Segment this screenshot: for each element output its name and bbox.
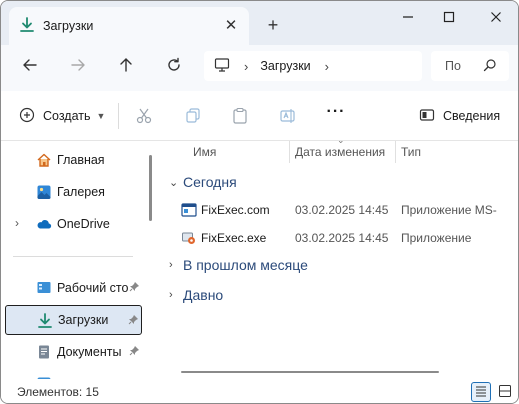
close-window-button[interactable]: [484, 7, 508, 29]
sidebar-item-downloads[interactable]: Загрузки: [5, 305, 142, 335]
search-icon: [483, 58, 497, 75]
sidebar-scrollbar[interactable]: [149, 155, 152, 221]
search-input[interactable]: По: [431, 51, 509, 81]
group-header-long-ago[interactable]: › Давно: [169, 284, 223, 306]
status-bar: Элементов: 15: [1, 379, 518, 403]
rename-icon[interactable]: [277, 105, 299, 127]
chevron-down-icon: ⌄: [169, 176, 179, 189]
sidebar-divider: [13, 256, 133, 257]
address-bar[interactable]: › Загрузки ›: [204, 51, 422, 81]
table-row[interactable]: FixExec.com 03.02.2025 14:45 Приложение …: [159, 198, 518, 222]
sidebar-item-partial[interactable]: [5, 369, 142, 379]
document-icon: [36, 344, 52, 360]
breadcrumb-downloads[interactable]: Загрузки: [260, 59, 310, 73]
pin-icon[interactable]: [129, 281, 140, 295]
group-header-last-month[interactable]: › В прошлом месяце: [169, 254, 308, 276]
sidebar-item-label: Документы: [57, 345, 122, 359]
item-count: Элементов: 15: [17, 385, 99, 399]
computer-icon: [214, 57, 230, 76]
group-label: В прошлом месяце: [183, 257, 308, 273]
list-view-icon: [474, 384, 488, 401]
column-separator[interactable]: [395, 141, 396, 163]
group-header-today[interactable]: ⌄ Сегодня: [169, 171, 237, 193]
navigation-pane: Главная Галерея › OneDrive Рабочий сто З…: [1, 141, 159, 379]
sidebar-item-label: OneDrive: [57, 217, 110, 231]
column-header-type[interactable]: Тип: [401, 141, 421, 163]
sidebar-item-gallery[interactable]: Галерея: [5, 177, 142, 207]
ms-dos-app-icon: [181, 202, 197, 218]
close-tab-icon[interactable]: ✕: [223, 18, 239, 34]
sidebar-item-label: Рабочий сто: [57, 281, 129, 295]
plus-circle-icon: [19, 107, 35, 126]
cut-icon[interactable]: [133, 105, 155, 127]
paste-icon[interactable]: [229, 105, 251, 127]
column-header-name[interactable]: Имя: [193, 141, 216, 163]
title-bar: Загрузки ✕ +: [1, 1, 518, 45]
details-pane-icon: [419, 107, 435, 126]
file-date: 03.02.2025 14:45: [295, 203, 389, 217]
details-button[interactable]: Сведения: [419, 105, 500, 127]
file-date: 03.02.2025 14:45: [295, 231, 389, 245]
minimize-button[interactable]: [396, 7, 420, 29]
explorer-window: Загрузки ✕ + › Загрузки › По Создать ▼ ·…: [0, 0, 519, 404]
back-button[interactable]: [19, 57, 41, 79]
home-icon: [36, 152, 52, 168]
details-label: Сведения: [443, 109, 501, 123]
chevron-right-icon: ›: [244, 58, 249, 74]
download-icon: [37, 313, 53, 329]
navigation-bar: › Загрузки › По: [1, 45, 518, 91]
sidebar-item-label: Загрузки: [58, 313, 109, 327]
file-list: ⌄ Имя Дата изменения Тип ⌄ Сегодня FixEx…: [159, 141, 518, 379]
sidebar-item-label: Галерея: [57, 185, 105, 199]
create-label: Создать: [43, 109, 91, 123]
chevron-down-icon: ▼: [96, 111, 106, 121]
sidebar-item-desktop[interactable]: Рабочий сто: [5, 273, 142, 303]
chevron-right-icon[interactable]: ›: [15, 216, 19, 230]
toolbar-divider: [118, 103, 119, 129]
copy-icon[interactable]: [182, 105, 204, 127]
up-button[interactable]: [115, 57, 137, 79]
file-type: Приложение: [401, 231, 472, 245]
chevron-right-icon: ›: [169, 259, 173, 271]
column-header-date[interactable]: Дата изменения: [295, 141, 385, 163]
new-tab-button[interactable]: +: [263, 15, 283, 35]
refresh-button[interactable]: [163, 57, 185, 79]
details-view-button[interactable]: [471, 382, 491, 402]
table-row[interactable]: FixExec.exe 03.02.2025 14:45 Приложение: [159, 226, 518, 250]
onedrive-icon: [36, 216, 52, 232]
column-separator[interactable]: [289, 141, 290, 163]
tiles-view-button[interactable]: [495, 382, 515, 402]
group-label: Давно: [183, 287, 224, 303]
file-type: Приложение MS-: [401, 203, 497, 217]
maximize-button[interactable]: [437, 7, 461, 29]
file-name: FixExec.com: [201, 203, 270, 217]
more-options-button[interactable]: ···: [325, 104, 347, 127]
exe-app-icon: [181, 230, 197, 246]
command-bar: Создать ▼ ··· Сведения: [1, 91, 518, 141]
group-label: Сегодня: [183, 174, 237, 190]
sidebar-item-onedrive[interactable]: › OneDrive: [5, 209, 142, 239]
tab-title: Загрузки: [43, 19, 94, 33]
forward-button[interactable]: [67, 57, 89, 79]
tiles-view-icon: [498, 384, 512, 401]
pin-icon[interactable]: [128, 314, 139, 328]
tab-downloads[interactable]: Загрузки ✕: [9, 7, 249, 45]
search-placeholder: По: [445, 59, 461, 73]
sidebar-item-home[interactable]: Главная: [5, 145, 142, 175]
gallery-icon: [36, 184, 52, 200]
sidebar-item-label: Главная: [57, 153, 105, 167]
horizontal-scrollbar[interactable]: [181, 371, 439, 373]
pin-icon[interactable]: [129, 345, 140, 359]
sidebar-item-documents[interactable]: Документы: [5, 337, 142, 367]
file-name: FixExec.exe: [201, 231, 267, 245]
desktop-icon: [36, 280, 52, 296]
chevron-right-icon: ›: [169, 289, 173, 301]
create-button[interactable]: Создать ▼: [19, 105, 105, 127]
chevron-right-icon[interactable]: ›: [325, 59, 329, 74]
download-icon: [19, 16, 35, 36]
